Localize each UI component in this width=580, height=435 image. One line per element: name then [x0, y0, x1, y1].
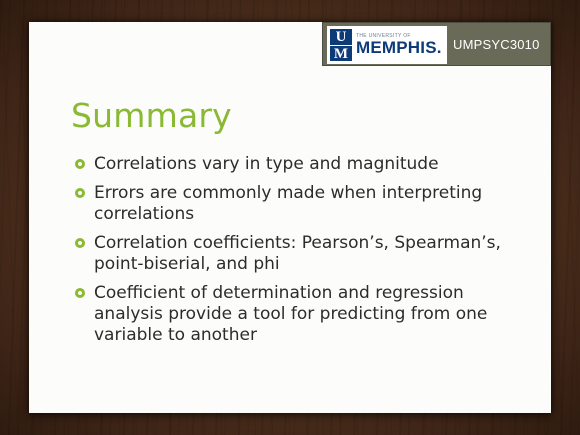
logo-letter-u: U: [330, 29, 352, 45]
ring-bullet-icon: [75, 159, 85, 169]
ring-bullet-icon: [75, 188, 85, 198]
bullet-text: Errors are commonly made when interpreti…: [94, 183, 483, 224]
ring-bullet-icon: [75, 288, 85, 298]
logo-letter-m: M: [330, 45, 352, 62]
bullet-list: Correlations vary in type and magnitude …: [75, 154, 515, 354]
logo-big-text: MEMPHIS.: [356, 38, 442, 57]
slide-title: Summary: [71, 96, 232, 135]
logo-wordmark: THE UNIVERSITY OF MEMPHIS.: [356, 33, 442, 57]
course-code: UMPSYC3010: [453, 37, 540, 52]
um-logo-icon: U M: [330, 29, 352, 62]
bullet-text: Correlations vary in type and magnitude: [94, 154, 439, 174]
bullet-item: Errors are commonly made when interpreti…: [75, 183, 515, 225]
bullet-item: Coefficient of determination and regress…: [75, 283, 515, 346]
bullet-item: Correlations vary in type and magnitude: [75, 154, 515, 175]
bullet-item: Correlation coefficients: Pearson’s, Spe…: [75, 233, 515, 275]
bullet-text: Coefficient of determination and regress…: [94, 283, 488, 345]
header-banner: U M THE UNIVERSITY OF MEMPHIS. UMPSYC301…: [322, 22, 551, 66]
slide: U M THE UNIVERSITY OF MEMPHIS. UMPSYC301…: [29, 22, 551, 413]
bullet-text: Correlation coefficients: Pearson’s, Spe…: [94, 233, 501, 274]
ring-bullet-icon: [75, 238, 85, 248]
university-logo: U M THE UNIVERSITY OF MEMPHIS.: [327, 26, 447, 64]
